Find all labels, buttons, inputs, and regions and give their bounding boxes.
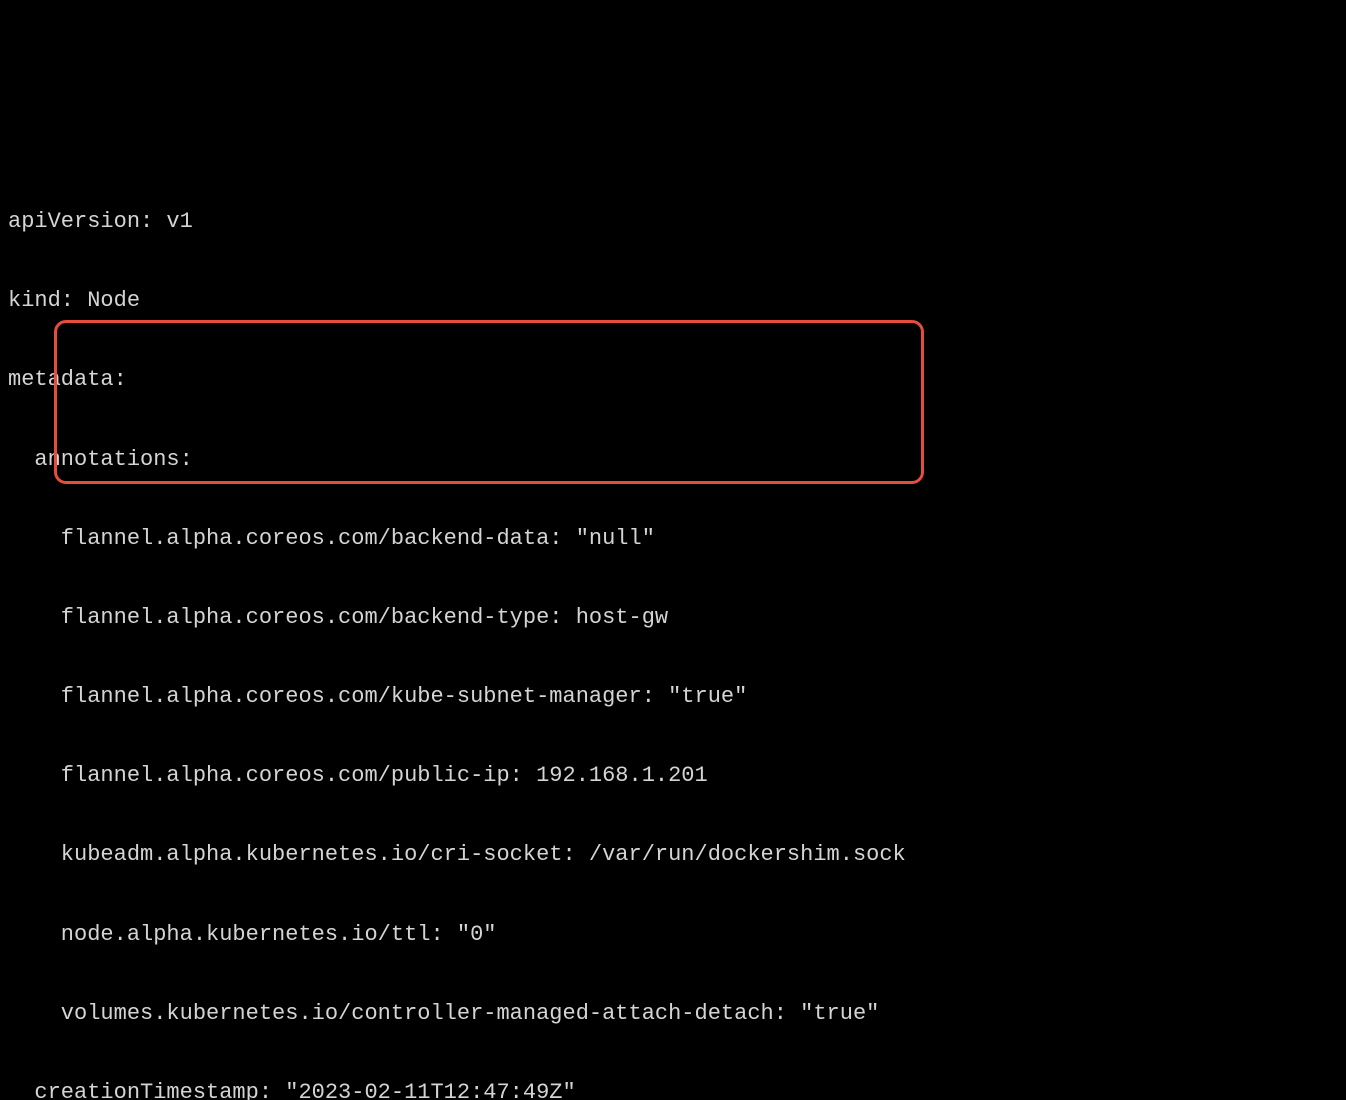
yaml-line: kubeadm.alpha.kubernetes.io/cri-socket: … — [8, 835, 1338, 875]
terminal-output: apiVersion: v1 kind: Node metadata: anno… — [8, 162, 1338, 1100]
yaml-line: metadata: — [8, 360, 1338, 400]
yaml-line-highlighted: flannel.alpha.coreos.com/backend-data: "… — [8, 519, 1338, 559]
yaml-line-highlighted: flannel.alpha.coreos.com/backend-type: h… — [8, 598, 1338, 638]
yaml-line: kind: Node — [8, 281, 1338, 321]
yaml-line-highlighted: flannel.alpha.coreos.com/public-ip: 192.… — [8, 756, 1338, 796]
yaml-line: annotations: — [8, 440, 1338, 480]
yaml-line: node.alpha.kubernetes.io/ttl: "0" — [8, 915, 1338, 955]
yaml-line: volumes.kubernetes.io/controller-managed… — [8, 994, 1338, 1034]
yaml-line: creationTimestamp: "2023-02-11T12:47:49Z… — [8, 1073, 1338, 1100]
yaml-line: apiVersion: v1 — [8, 202, 1338, 242]
yaml-line-highlighted: flannel.alpha.coreos.com/kube-subnet-man… — [8, 677, 1338, 717]
